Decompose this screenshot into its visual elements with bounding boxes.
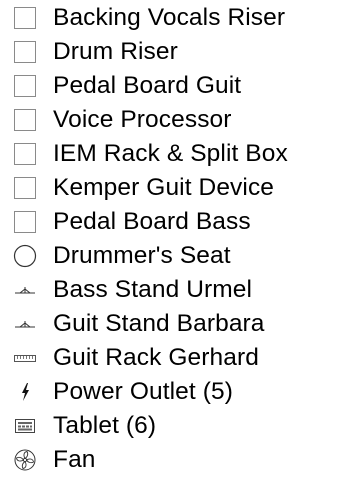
legend-label: Pedal Board Guit xyxy=(53,72,242,99)
square-icon xyxy=(10,171,40,205)
lightning-icon xyxy=(10,375,40,409)
legend-label: Guit Rack Gerhard xyxy=(53,344,259,371)
square-icon xyxy=(10,35,40,69)
stand-icon xyxy=(10,273,40,307)
tablet-icon xyxy=(10,409,40,443)
legend-item-pedal-board-bass: Pedal Board Bass xyxy=(0,205,338,239)
square-icon xyxy=(10,137,40,171)
legend-label: Guit Stand Barbara xyxy=(53,310,265,337)
legend-item-drum-riser: Drum Riser xyxy=(0,35,338,69)
legend-item-guit-stand-barbara: Guit Stand Barbara xyxy=(0,307,338,341)
legend-item-kemper-guit-device: Kemper Guit Device xyxy=(0,171,338,205)
legend-label: Pedal Board Bass xyxy=(53,208,251,235)
legend-item-guit-rack-gerhard: Guit Rack Gerhard xyxy=(0,341,338,375)
stand-icon xyxy=(10,307,40,341)
legend-item-voice-processor: Voice Processor xyxy=(0,103,338,137)
square-icon xyxy=(10,1,40,35)
legend-item-tablet: Tablet (6) xyxy=(0,409,338,443)
fan-icon xyxy=(10,443,40,477)
legend-label: Power Outlet (5) xyxy=(53,378,233,405)
legend-item-drummers-seat: Drummer's Seat xyxy=(0,239,338,273)
legend-item-backing-vocals-riser: Backing Vocals Riser xyxy=(0,1,338,35)
legend-item-bass-stand-urmel: Bass Stand Urmel xyxy=(0,273,338,307)
legend-item-pedal-board-guit: Pedal Board Guit xyxy=(0,69,338,103)
legend-item-iem-rack-split-box: IEM Rack & Split Box xyxy=(0,137,338,171)
square-icon xyxy=(10,69,40,103)
legend-label: Drummer's Seat xyxy=(53,242,231,269)
legend-label: Bass Stand Urmel xyxy=(53,276,253,303)
legend-label: Fan xyxy=(53,446,96,473)
legend-label: Drum Riser xyxy=(53,38,178,65)
circle-icon xyxy=(10,239,40,273)
legend-label: Tablet (6) xyxy=(53,412,157,439)
stage-legend: Backing Vocals Riser Drum Riser Pedal Bo… xyxy=(0,0,338,473)
legend-label: Backing Vocals Riser xyxy=(53,4,286,31)
legend-label: IEM Rack & Split Box xyxy=(53,140,288,167)
legend-label: Voice Processor xyxy=(53,106,232,133)
legend-item-fan: Fan xyxy=(0,443,338,477)
square-icon xyxy=(10,205,40,239)
legend-item-power-outlet: Power Outlet (5) xyxy=(0,375,338,409)
rack-icon xyxy=(10,341,40,375)
square-icon xyxy=(10,103,40,137)
legend-label: Kemper Guit Device xyxy=(53,174,275,201)
